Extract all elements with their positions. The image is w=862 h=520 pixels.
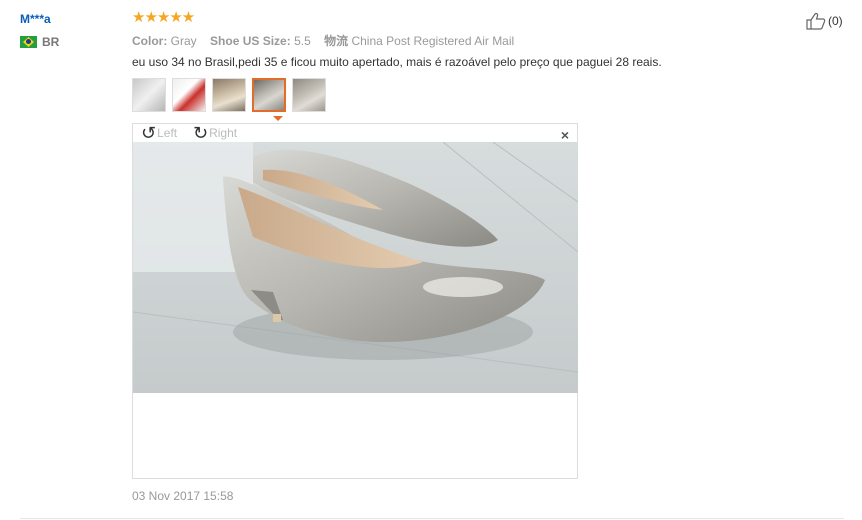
thumb-up-icon bbox=[806, 12, 826, 30]
reviewer-name[interactable]: M***a bbox=[20, 12, 51, 26]
rotate-left-label: Left bbox=[157, 126, 178, 140]
size-value: 5.5 bbox=[294, 34, 311, 48]
review-divider bbox=[20, 518, 844, 519]
review-photo bbox=[133, 142, 578, 393]
selected-thumb-indicator bbox=[273, 116, 283, 121]
order-attributes: Color: Gray Shoe US Size: 5.5 物流 China P… bbox=[132, 32, 524, 49]
close-icon[interactable]: × bbox=[561, 127, 569, 143]
shipping-label: 物流 bbox=[324, 34, 349, 48]
color-value: Gray bbox=[170, 34, 197, 48]
review-photo-thumb[interactable] bbox=[132, 78, 166, 112]
shoes-photo-illustration bbox=[133, 142, 578, 393]
rotate-right-icon: ↻ bbox=[193, 123, 209, 143]
reviewer-country: BR bbox=[20, 35, 59, 49]
rotate-right-button[interactable]: ↻ Right bbox=[193, 123, 238, 143]
rotate-left-button[interactable]: ↺ Left bbox=[141, 123, 178, 143]
review-photo-thumb[interactable] bbox=[292, 78, 326, 112]
review-photo-thumb[interactable] bbox=[212, 78, 246, 112]
size-label: Shoe US Size: bbox=[210, 34, 291, 48]
review-photo-thumb[interactable] bbox=[172, 78, 206, 112]
shipping-value: China Post Registered Air Mail bbox=[351, 34, 515, 48]
color-label: Color: bbox=[132, 34, 168, 48]
helpful-button[interactable]: (0) bbox=[806, 12, 843, 30]
photo-viewer: ↺ Left ↻ Right × bbox=[132, 123, 578, 479]
country-code: BR bbox=[42, 35, 60, 49]
review-photo-thumbnails bbox=[132, 78, 332, 112]
rotate-right-label: Right bbox=[209, 126, 238, 140]
review-text: eu uso 34 no Brasil,pedi 35 e ficou muit… bbox=[132, 55, 662, 69]
star-rating: ★★★★★ bbox=[132, 9, 195, 26]
brazil-flag-icon bbox=[20, 36, 37, 48]
review-photo-thumb-selected[interactable] bbox=[252, 78, 286, 112]
helpful-count: (0) bbox=[828, 14, 843, 28]
rotate-left-icon: ↺ bbox=[141, 123, 157, 143]
review-date: 03 Nov 2017 15:58 bbox=[132, 489, 234, 503]
